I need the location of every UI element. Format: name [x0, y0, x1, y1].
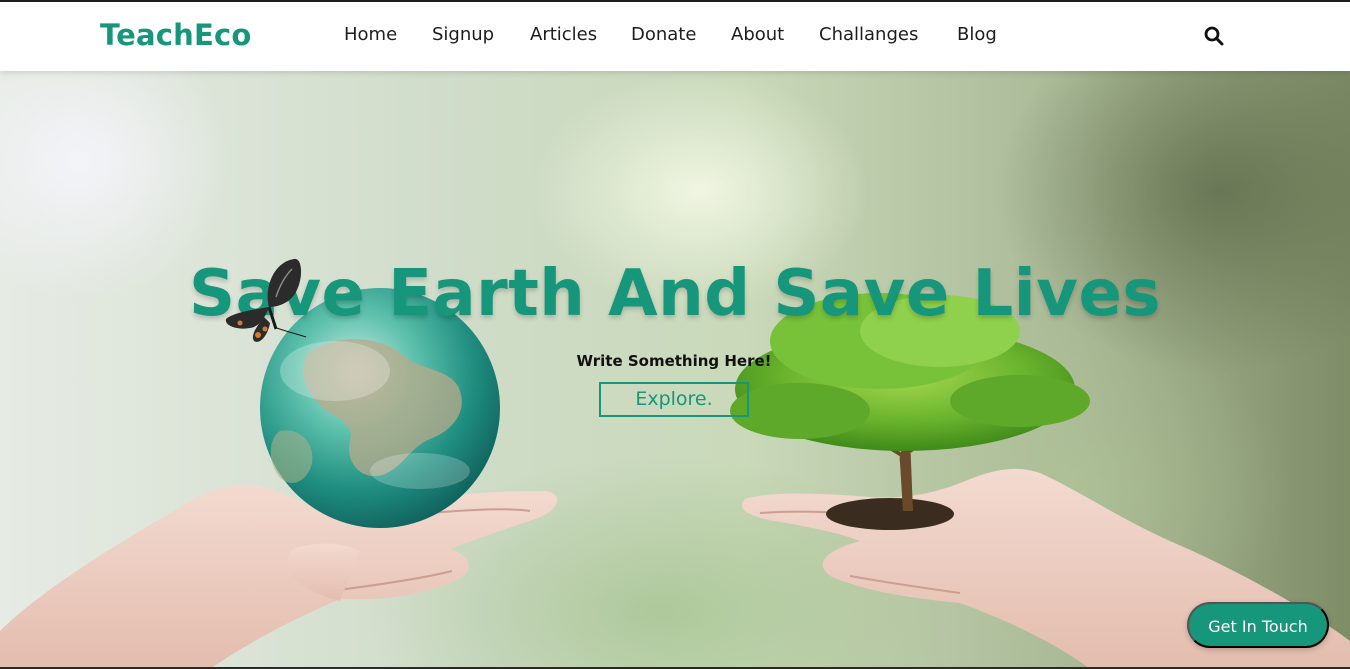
nav-blog[interactable]: Blog — [957, 24, 997, 45]
nav-challanges[interactable]: Challanges — [819, 24, 918, 45]
left-hand — [0, 484, 558, 669]
butterfly-icon — [225, 258, 307, 342]
site-logo[interactable]: TeachEco — [100, 18, 252, 52]
explore-button[interactable]: Explore. — [599, 382, 749, 417]
nav-home[interactable]: Home — [344, 24, 397, 45]
nav-articles[interactable]: Articles — [530, 24, 597, 45]
search-icon — [1204, 26, 1224, 46]
hero-title: Save Earth And Save Lives — [189, 257, 1161, 331]
search-button[interactable] — [1202, 24, 1226, 48]
get-in-touch-button[interactable]: Get In Touch — [1187, 602, 1329, 648]
hero-illustration — [0, 288, 1350, 669]
site-header: TeachEco Home Signup Articles Donate Abo… — [0, 0, 1350, 71]
nav-signup[interactable]: Signup — [432, 24, 494, 45]
hero-section: Save Earth And Save Lives Write Somethin… — [0, 71, 1350, 669]
nav-donate[interactable]: Donate — [631, 24, 696, 45]
nav-about[interactable]: About — [731, 24, 784, 45]
hero-subtitle: Write Something Here! — [576, 352, 772, 370]
